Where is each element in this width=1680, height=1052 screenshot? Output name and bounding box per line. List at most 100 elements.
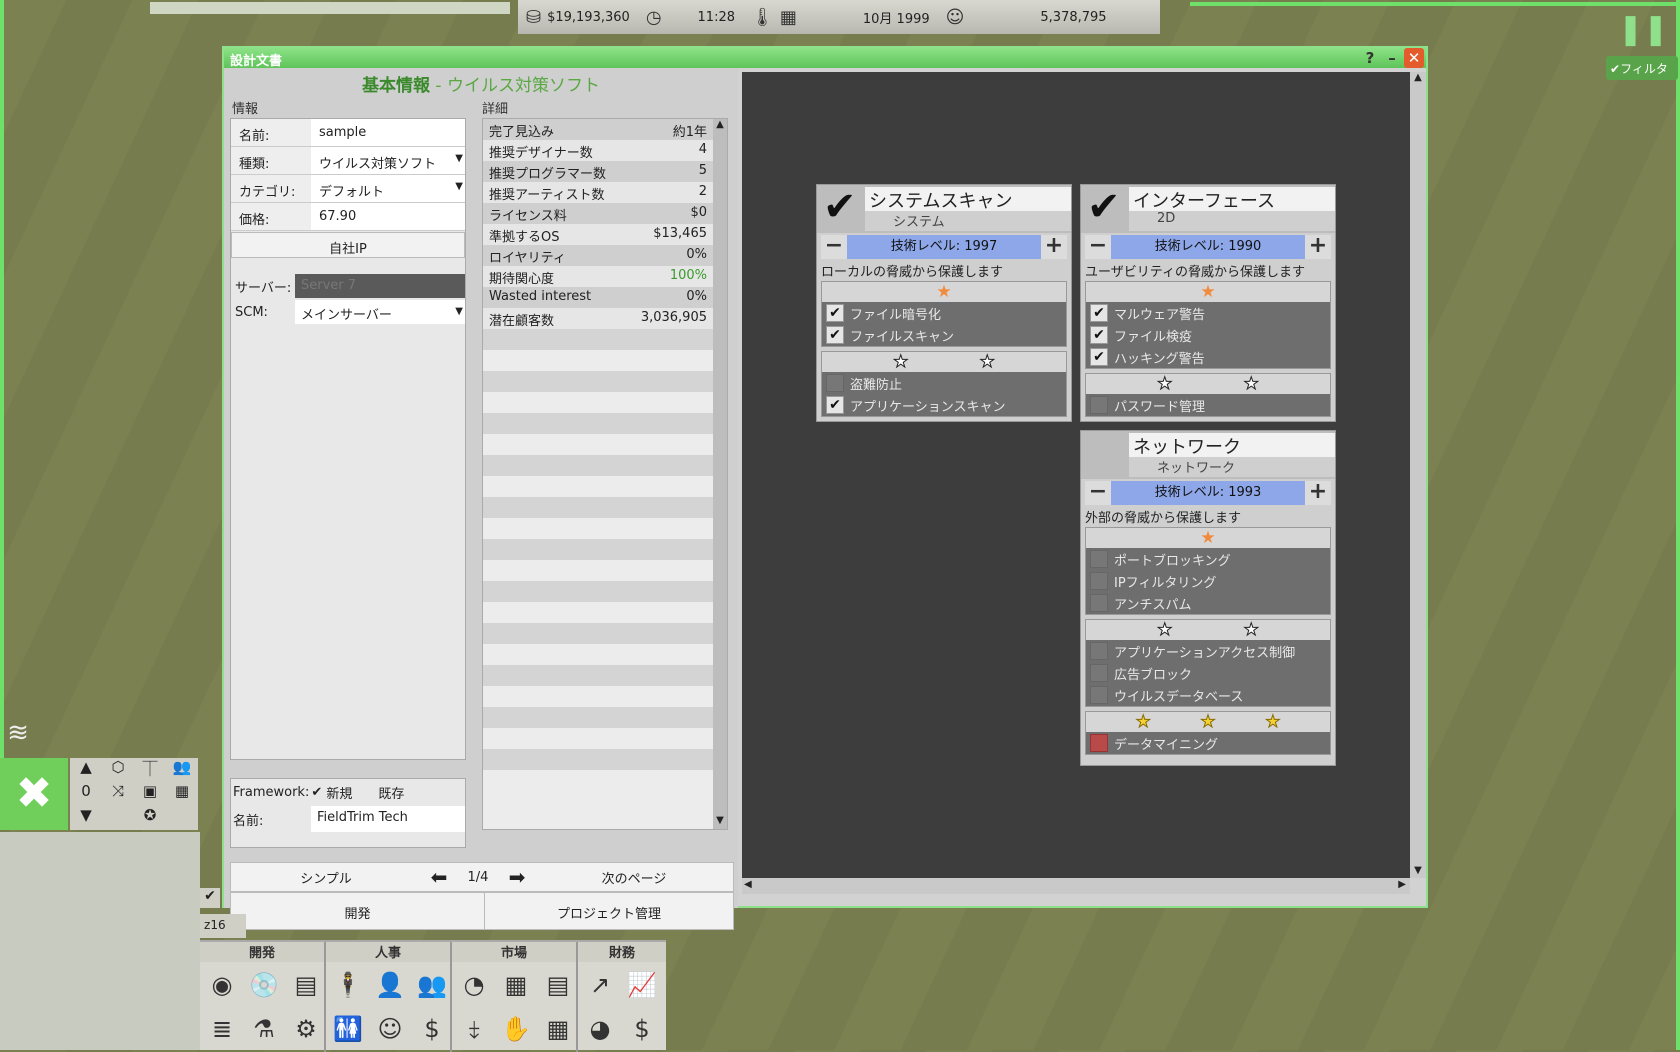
layers-icon[interactable]: ≋ [0, 718, 36, 756]
check-icon[interactable]: ✔ [823, 187, 857, 227]
checkbox[interactable]: ✔ [1090, 348, 1108, 366]
prev-arrow-icon[interactable]: ⬅ [421, 865, 457, 889]
project-management-button[interactable]: プロジェクト管理 [485, 893, 733, 929]
tech-level-bar[interactable]: 技術レベル: 1997 [847, 235, 1041, 259]
plus-icon[interactable]: + [1305, 481, 1331, 505]
mood-icon[interactable]: ☺ [370, 1008, 410, 1050]
award-icon[interactable]: ✪ [134, 806, 166, 830]
disc-icon[interactable]: 💿 [244, 964, 284, 1006]
help-icon[interactable]: ? [1360, 48, 1380, 68]
framework-new-radio[interactable]: ✔ 新規 [311, 783, 352, 802]
name-input[interactable]: sample [311, 119, 465, 146]
option-row[interactable]: ポートブロッキング [1086, 548, 1330, 570]
minus-icon[interactable]: − [821, 235, 847, 259]
canvas-vertical-scrollbar[interactable]: ▲ ▼ [1410, 72, 1426, 878]
deal-icon[interactable]: ✋ [496, 1008, 536, 1050]
check-icon[interactable]: ✔ [200, 888, 220, 908]
window-titlebar[interactable]: 設計文書 ? – ✕ [224, 48, 1426, 69]
document-icon[interactable]: ≣ [202, 1008, 242, 1050]
salary-icon[interactable]: $ [412, 1008, 452, 1050]
tools-icon[interactable]: ✖ [0, 758, 68, 830]
simple-button[interactable]: シンプル [231, 868, 421, 887]
minus-icon[interactable]: − [1085, 481, 1111, 505]
checkbox[interactable]: ✔ [826, 396, 844, 414]
chart-icon[interactable]: 📈 [622, 964, 662, 1006]
close-icon[interactable]: ✕ [1404, 48, 1424, 68]
framework-existing-radio[interactable]: 既存 [378, 783, 404, 802]
option-row[interactable]: ✔ ファイル検疫 [1086, 324, 1330, 346]
company-icon[interactable]: ▦ [496, 964, 536, 1006]
scroll-down-icon[interactable]: ▼ [713, 815, 727, 829]
pie-icon[interactable]: ◕ [580, 1008, 620, 1050]
option-row[interactable]: データマイニング [1086, 732, 1330, 754]
gear-icon[interactable]: ⚙ [286, 1008, 326, 1050]
research-icon[interactable]: ⚗ [244, 1008, 284, 1050]
own-ip-button[interactable]: 自社IP [231, 232, 465, 258]
checkbox[interactable] [1090, 396, 1108, 414]
type-select[interactable]: ウイルス対策ソフト ▼ [311, 147, 465, 174]
option-row[interactable]: ✔ ファイル暗号化 [822, 302, 1066, 324]
checkbox[interactable] [1090, 734, 1108, 752]
option-row[interactable]: ウイルスデータベース [1086, 684, 1330, 706]
pause-icon[interactable]: ❚❚ [1618, 12, 1668, 47]
category-select[interactable]: デフォルト ▼ [311, 175, 465, 202]
checkbox[interactable] [1090, 550, 1108, 568]
checkbox[interactable]: ✔ [826, 326, 844, 344]
check-icon[interactable]: ✔ [1087, 187, 1121, 227]
arrow-up-icon[interactable]: ▲ [70, 758, 102, 782]
scroll-up-icon[interactable]: ▲ [713, 119, 727, 133]
scroll-right-icon[interactable]: ▶ [1398, 879, 1406, 890]
option-row[interactable]: ✔ ファイルスキャン [822, 324, 1066, 346]
trend-icon[interactable]: ↗ [580, 964, 620, 1006]
feature-canvas[interactable]: ✔ システムスキャン システム − 技術レベル: 1997 + ローカルの脅威から保… [742, 72, 1410, 878]
checkbox[interactable] [1090, 642, 1108, 660]
checkbox[interactable]: ✔ [1090, 326, 1108, 344]
hire-icon[interactable]: 👤 [370, 964, 410, 1006]
checkbox[interactable] [1090, 572, 1108, 590]
feature-card-interface[interactable]: ✔ インターフェース 2D − 技術レベル: 1990 + ユーザビリティの脅威から… [1080, 184, 1336, 422]
room-icon[interactable]: ▣ [134, 782, 166, 806]
team-icon[interactable]: 👥 [412, 964, 452, 1006]
tech-level-bar[interactable]: 技術レベル: 1993 [1111, 481, 1305, 505]
server-select[interactable]: Server 7 [295, 274, 465, 298]
price-input[interactable]: 67.90 [311, 203, 465, 230]
framework-name-input[interactable]: FieldTrim Tech [311, 806, 465, 832]
design-icon[interactable]: ◉ [202, 964, 242, 1006]
option-row[interactable]: ✔ マルウェア警告 [1086, 302, 1330, 324]
scroll-left-icon[interactable]: ◀ [744, 879, 752, 890]
minimize-icon[interactable]: – [1382, 48, 1402, 68]
calendar-icon[interactable]: ▦ [538, 1008, 578, 1050]
route-icon[interactable]: ⤨ [102, 782, 134, 806]
option-row[interactable]: アプリケーションアクセス制御 [1086, 640, 1330, 662]
sleeping-staff-indicator[interactable]: z16 [200, 914, 246, 938]
checkbox[interactable] [1090, 594, 1108, 612]
building-icon[interactable]: ▦ [166, 782, 198, 806]
arrow-down-icon[interactable]: ▼ [70, 806, 102, 830]
people-icon[interactable]: 👥 [166, 758, 198, 782]
scroll-down-icon[interactable]: ▼ [1410, 865, 1426, 876]
feature-card-system-scan[interactable]: ✔ システムスキャン システム − 技術レベル: 1997 + ローカルの脅威から保… [816, 184, 1072, 422]
dollar-icon[interactable]: $ [622, 1008, 662, 1050]
distribution-icon[interactable]: ⤈ [454, 1008, 494, 1050]
option-row[interactable]: 盗難防止 [822, 372, 1066, 394]
floor-icon[interactable]: ⏉ [134, 758, 166, 782]
develop-button[interactable]: 開発 [231, 893, 485, 929]
checkbox[interactable] [1090, 686, 1108, 704]
tech-level-bar[interactable]: 技術レベル: 1990 [1111, 235, 1305, 259]
filter-button[interactable]: ✔フィルタ [1606, 56, 1678, 80]
feature-card-network[interactable]: ネットワーク ネットワーク − 技術レベル: 1993 + 外部の脅威から保護します… [1080, 430, 1336, 766]
option-row[interactable]: アンチスパム [1086, 592, 1330, 614]
staff-icon[interactable]: 🚻 [328, 1008, 368, 1050]
server-icon[interactable]: ▤ [286, 964, 326, 1006]
plus-icon[interactable]: + [1041, 235, 1067, 259]
cube-icon[interactable]: ⬡ [102, 758, 134, 782]
checkbox[interactable]: ✔ [1090, 304, 1108, 322]
news-icon[interactable]: ▤ [538, 964, 578, 1006]
checkbox[interactable] [1090, 664, 1108, 682]
option-row[interactable]: パスワード管理 [1086, 394, 1330, 416]
option-row[interactable]: ✔ アプリケーションスキャン [822, 394, 1066, 416]
person-icon[interactable]: 🕴 [328, 964, 368, 1006]
checkbox[interactable] [826, 374, 844, 392]
plus-icon[interactable]: + [1305, 235, 1331, 259]
scroll-up-icon[interactable]: ▲ [1410, 72, 1426, 83]
